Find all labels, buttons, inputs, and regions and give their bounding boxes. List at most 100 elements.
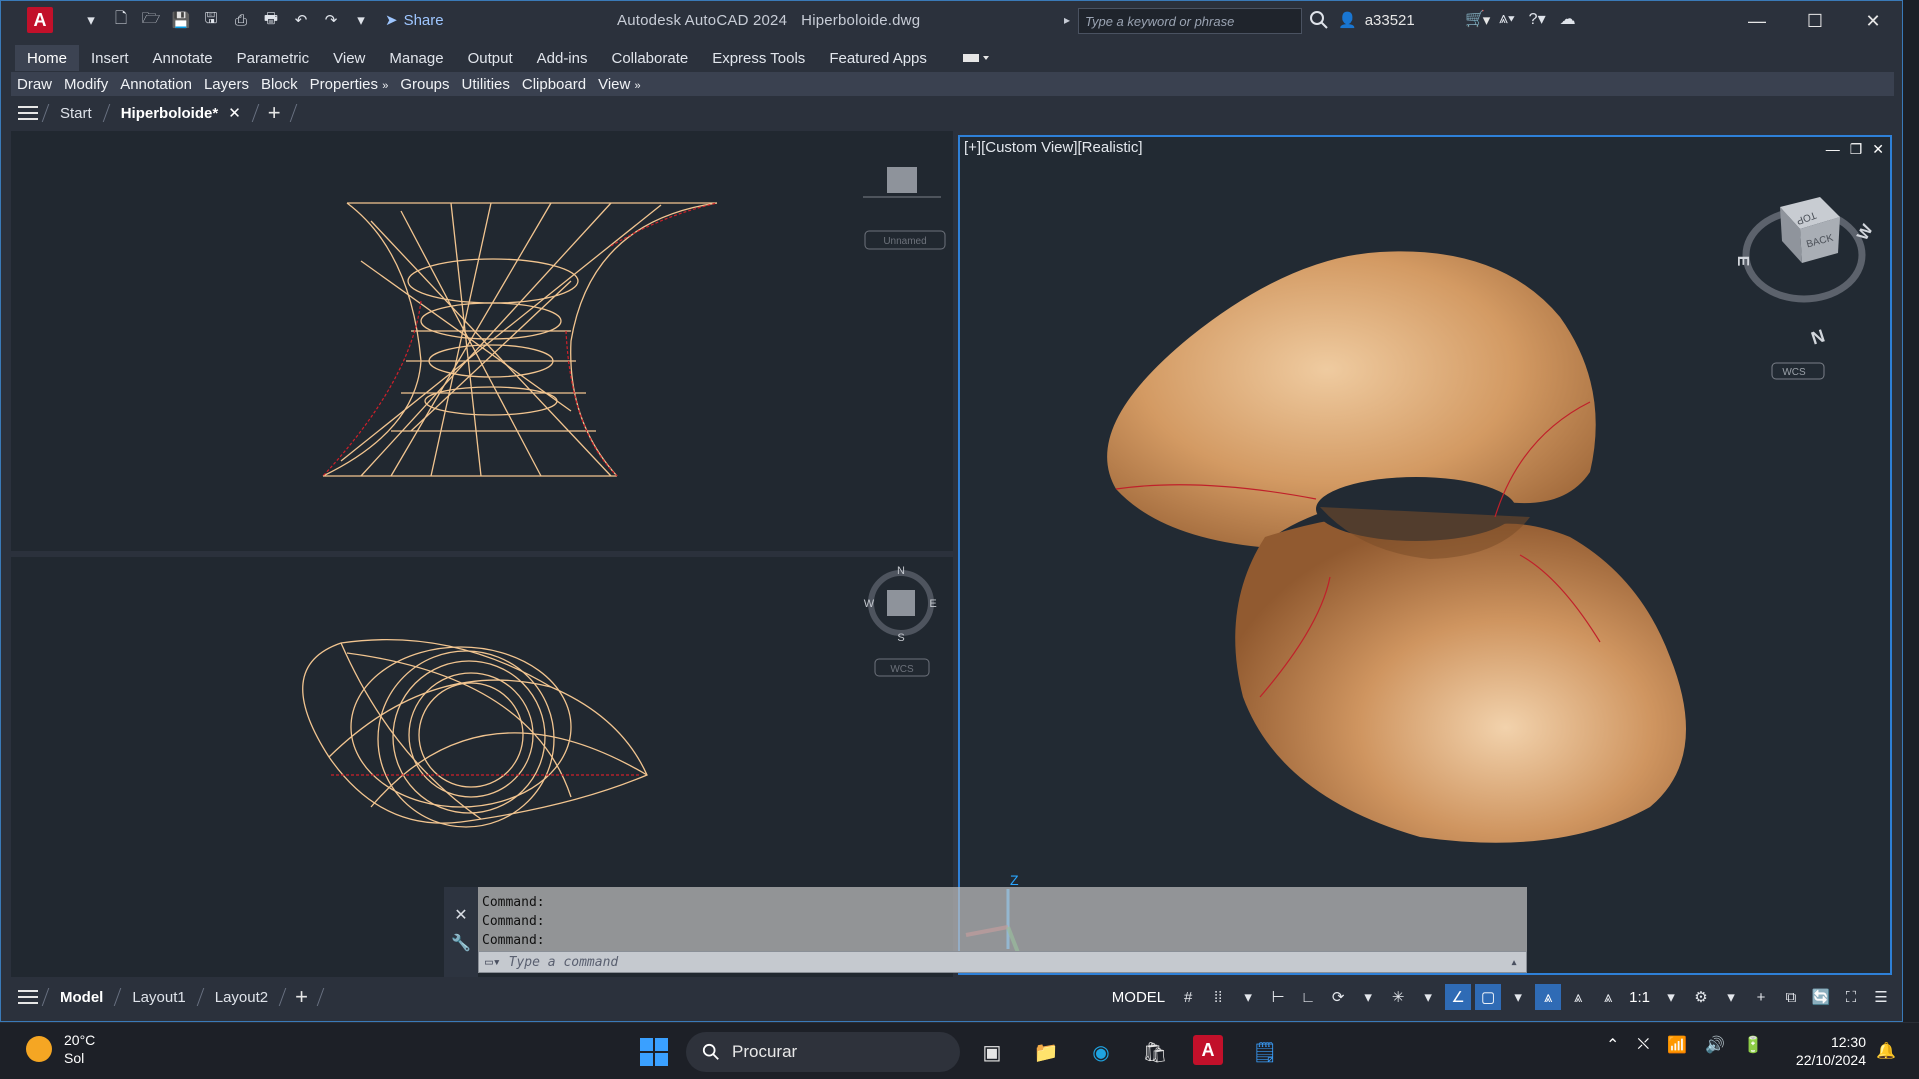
annotation-visibility-icon[interactable]: ⩓	[1535, 984, 1562, 1010]
navigation-compass[interactable]: N S E W WCS	[864, 565, 937, 677]
layout-menu-icon[interactable]	[11, 984, 45, 1010]
file-explorer-icon[interactable]: 📁	[1029, 1035, 1063, 1069]
panel-view[interactable]: View »	[592, 76, 647, 93]
scale-dropdown-icon[interactable]: ▾	[1658, 984, 1684, 1010]
windows-start-icon[interactable]	[640, 1038, 668, 1066]
app-menu-arrow-icon[interactable]: ▾	[79, 9, 103, 31]
weather-widget[interactable]: 20°C Sol	[26, 1031, 95, 1067]
edge-icon[interactable]: ◉	[1084, 1035, 1118, 1069]
tab-insert[interactable]: Insert	[79, 45, 141, 71]
polar-dropdown-icon[interactable]: ▾	[1355, 984, 1381, 1010]
tab-manage[interactable]: Manage	[377, 45, 455, 71]
autocad-taskbar-icon[interactable]: A	[1193, 1035, 1223, 1065]
share-button[interactable]: ➤ Share	[385, 11, 444, 30]
units-icon[interactable]: ⧉	[1778, 984, 1804, 1010]
snap-icon[interactable]: ⁞⁞	[1205, 984, 1231, 1010]
tab-featured-apps[interactable]: Featured Apps	[817, 45, 939, 71]
grid-icon[interactable]: #	[1175, 984, 1201, 1010]
tab-layout2[interactable]: Layout2	[201, 989, 282, 1006]
polar-icon[interactable]: ⟳	[1325, 984, 1351, 1010]
ribbon-state-icon[interactable]	[962, 51, 989, 65]
customization-menu-icon[interactable]: ☰	[1868, 984, 1894, 1010]
panel-draw[interactable]: Draw	[11, 76, 58, 93]
clean-screen-icon[interactable]: ⛶	[1838, 984, 1864, 1010]
wifi-icon[interactable]: 📶	[1667, 1035, 1687, 1055]
search-expand-icon[interactable]: ▸	[1064, 13, 1070, 27]
notepad-icon[interactable]: 🗒	[1248, 1035, 1282, 1069]
clock[interactable]: 12:30 22/10/2024	[1786, 1033, 1866, 1069]
panel-annotation[interactable]: Annotation	[114, 76, 198, 93]
command-prompt-icon[interactable]: ▭▾	[485, 955, 501, 970]
viewport-minimize-icon[interactable]: —	[1826, 141, 1840, 158]
autodesk-a-icon[interactable]: ⩓▾	[1499, 10, 1515, 28]
tab-start[interactable]: Start	[46, 105, 106, 122]
tab-home[interactable]: Home	[15, 45, 80, 71]
new-tab-icon[interactable]: +	[256, 100, 293, 126]
customize-qat-icon[interactable]: ▾	[349, 9, 373, 31]
search-input[interactable]: Type a keyword or phrase	[1078, 8, 1302, 34]
viewport-label[interactable]: [+][Custom View][Realistic]	[964, 139, 1143, 156]
panel-modify[interactable]: Modify	[58, 76, 114, 93]
redo-icon[interactable]: ↷	[319, 9, 343, 31]
battery-icon[interactable]: 🔋	[1743, 1035, 1763, 1055]
isodraft-dropdown-icon[interactable]: ▾	[1415, 984, 1441, 1010]
tab-add-ins[interactable]: Add-ins	[525, 45, 600, 71]
tray-overflow-icon[interactable]: ⌃	[1606, 1035, 1619, 1055]
ortho-icon[interactable]: ∟	[1295, 984, 1321, 1010]
search-icon[interactable]	[1309, 10, 1329, 30]
panel-layers[interactable]: Layers	[198, 76, 255, 93]
command-history-toggle-icon[interactable]: ▴	[1510, 955, 1518, 970]
viewcube-front[interactable]: Unnamed	[863, 167, 946, 250]
autocad-logo-icon[interactable]: A	[27, 7, 53, 33]
isodraft-icon[interactable]: ✳	[1385, 984, 1411, 1010]
panel-clipboard[interactable]: Clipboard	[516, 76, 592, 93]
object-snap-icon[interactable]: ▢	[1475, 984, 1502, 1010]
panel-properties[interactable]: Properties »	[304, 76, 395, 93]
tab-hiperboloide[interactable]: Hiperboloide* ✕	[107, 104, 255, 123]
tab-layout1[interactable]: Layout1	[118, 989, 199, 1006]
model-space-button[interactable]: MODEL	[1106, 989, 1171, 1006]
help-icon[interactable]: ?▾	[1529, 9, 1546, 29]
viewport-front[interactable]: Unnamed	[11, 131, 953, 551]
annotation-monitor-icon[interactable]: +	[1748, 984, 1774, 1010]
annotation-scale-icon[interactable]: ⩓	[1595, 984, 1621, 1010]
open-file-icon[interactable]: 🗁	[139, 9, 163, 31]
maximize-icon[interactable]: ☐	[1786, 5, 1844, 37]
command-input[interactable]: ▭▾ Type a command ▴	[478, 951, 1527, 973]
cart-icon[interactable]: 🛒	[1465, 9, 1485, 29]
auto-scale-icon[interactable]: ⩓	[1565, 984, 1591, 1010]
new-layout-icon[interactable]: +	[283, 984, 320, 1010]
plot-icon[interactable]: 🖶	[259, 9, 283, 31]
undo-icon[interactable]: ↶	[289, 9, 313, 31]
viewport-restore-icon[interactable]: ❐	[1850, 141, 1863, 158]
tab-annotate[interactable]: Annotate	[141, 45, 225, 71]
workspace-dropdown-icon[interactable]: ▾	[1718, 984, 1744, 1010]
tab-collaborate[interactable]: Collaborate	[599, 45, 700, 71]
minimize-icon[interactable]: —	[1728, 5, 1786, 37]
publish-icon[interactable]: ⎙	[229, 9, 253, 31]
save-as-icon[interactable]: 🖫	[199, 9, 223, 31]
infer-constraints-icon[interactable]: ⊢	[1265, 984, 1291, 1010]
workspace-gear-icon[interactable]: ⚙	[1688, 984, 1714, 1010]
save-icon[interactable]: 💾	[169, 9, 193, 31]
location-icon[interactable]: ⛌	[1637, 1036, 1649, 1054]
close-command-icon[interactable]: ✕	[454, 905, 467, 925]
tab-model[interactable]: Model	[46, 989, 117, 1006]
store-icon[interactable]: 🛍	[1138, 1035, 1172, 1069]
customize-wrench-icon[interactable]: 🔧	[451, 933, 471, 953]
panel-block[interactable]: Block	[255, 76, 304, 93]
close-tab-icon[interactable]: ✕	[228, 104, 241, 122]
quick-properties-icon[interactable]: 🔄	[1808, 984, 1834, 1010]
viewcube-3d[interactable]: TOP BACK E W N WCS	[1734, 197, 1877, 380]
taskbar-search[interactable]: Procurar	[686, 1032, 960, 1072]
tab-view[interactable]: View	[321, 45, 377, 71]
task-view-icon[interactable]: ▣	[975, 1035, 1009, 1069]
tab-output[interactable]: Output	[456, 45, 525, 71]
viewport-close-icon[interactable]: ✕	[1872, 141, 1884, 158]
panel-groups[interactable]: Groups	[394, 76, 455, 93]
tab-parametric[interactable]: Parametric	[225, 45, 322, 71]
volume-icon[interactable]: 🔊	[1705, 1035, 1725, 1055]
file-menu-icon[interactable]	[11, 100, 45, 126]
cloud-icon[interactable]: ☁	[1560, 9, 1576, 29]
object-snap-dropdown-icon[interactable]: ▾	[1505, 984, 1531, 1010]
